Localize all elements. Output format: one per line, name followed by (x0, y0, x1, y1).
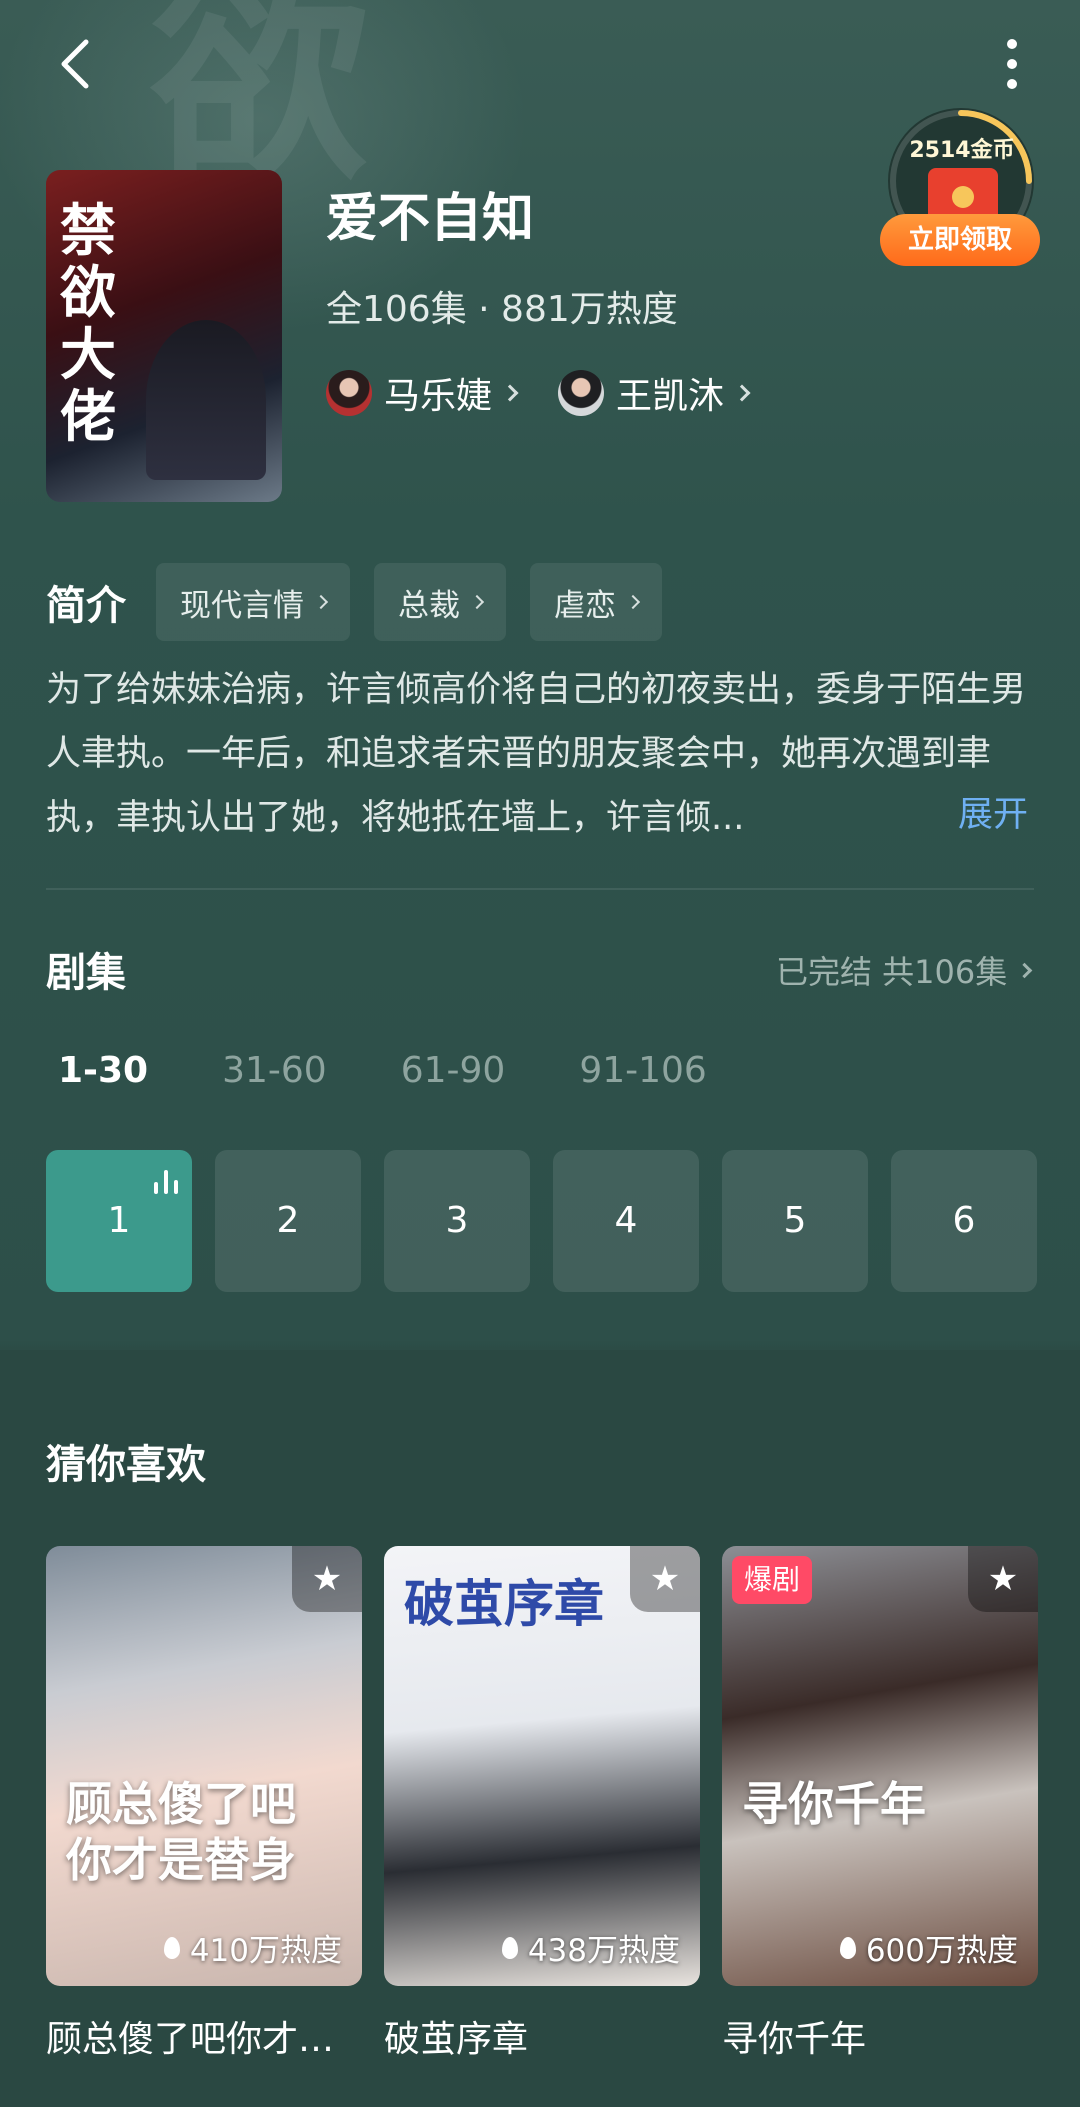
drama-meta: 全106集 · 881万热度 (326, 289, 678, 330)
episode-number: 5 (783, 1200, 807, 1241)
recommend-card[interactable]: 顾总傻了吧你才是替身 ★ 410万热度 顾总傻了吧你才是替身 (46, 1546, 362, 2062)
cover-title-art: 寻你千年 (742, 1777, 926, 1831)
actor-name: 马乐婕 (384, 376, 493, 417)
poster-title-art: 禁欲 大佬 (60, 198, 116, 450)
tab-range-61-90[interactable]: 61-90 (401, 1050, 506, 1091)
card-cover: 顾总傻了吧 你才是替身 ★ 410万热度 (46, 1546, 362, 1986)
chevron-right-icon (501, 384, 519, 402)
star-icon[interactable]: ★ (292, 1546, 362, 1612)
actor-item[interactable]: 马乐婕 (326, 367, 519, 419)
card-cover: 破茧序章 ★ 438万热度 (384, 1546, 700, 1986)
tag-label: 总裁 (398, 587, 460, 624)
more-button[interactable] (990, 34, 1034, 94)
intro-header: 简介 现代言情 总裁 虐恋 (46, 562, 686, 642)
episode-button[interactable]: 1 (46, 1150, 192, 1292)
episode-range-tabs: 1-30 31-60 61-90 91-106 (58, 1050, 781, 1091)
actor-item[interactable]: 王凯沐 (558, 367, 751, 419)
chevron-right-icon (625, 594, 641, 610)
poster-figure (146, 320, 266, 480)
heat-value: 438万热度 (527, 1933, 680, 1969)
heat-value: 410万热度 (189, 1933, 342, 1969)
recommend-label: 猜你喜欢 (46, 1442, 206, 1488)
tag-ceo[interactable]: 总裁 (374, 563, 506, 641)
tag-label: 虐恋 (554, 587, 616, 624)
intro-label: 简介 (46, 583, 126, 629)
coin-amount: 2514金币 (909, 138, 1015, 163)
synopsis-text: 为了给妹妹治病，许言倾高价将自己的初夜卖出，委身于陌生男人聿执。一年后，和追求者… (46, 670, 1027, 838)
episode-grid: 1 2 3 4 5 6 (46, 1150, 1060, 1292)
recommend-card[interactable]: 破茧序章 ★ 438万热度 破茧序章 (384, 1546, 700, 2062)
actor-name: 王凯沐 (616, 376, 725, 417)
cover-title-art: 破茧序章 (404, 1574, 604, 1633)
coin-reward-widget[interactable]: 2514金币 立即领取 (880, 108, 1042, 268)
tag-angst[interactable]: 虐恋 (530, 563, 662, 641)
playing-bars-icon (152, 1168, 180, 1194)
tag-label: 现代言情 (180, 587, 304, 624)
chevron-left-icon (61, 39, 89, 89)
episode-number: 3 (445, 1200, 469, 1241)
avatar (326, 370, 372, 416)
chevron-right-icon (733, 384, 751, 402)
chevron-right-icon (313, 594, 329, 610)
card-heat: 438万热度 (501, 1925, 680, 1970)
flame-icon (163, 1936, 180, 1959)
card-title: 破茧序章 (384, 2019, 529, 2060)
back-button[interactable] (48, 34, 108, 94)
recommend-list: 顾总傻了吧你才是替身 ★ 410万热度 顾总傻了吧你才是替身 破茧序章 ★ 43… (46, 1546, 1060, 2062)
tab-range-1-30[interactable]: 1-30 (58, 1050, 148, 1091)
hot-badge: 爆剧 (732, 1556, 813, 1604)
episode-button[interactable]: 5 (722, 1150, 868, 1292)
episodes-status-link[interactable]: 已完结 共106集 (776, 947, 1033, 993)
chevron-right-icon (469, 594, 485, 610)
episode-button[interactable]: 4 (553, 1150, 699, 1292)
tag-modern-romance[interactable]: 现代言情 (156, 563, 350, 641)
card-title: 寻你千年 (722, 2019, 867, 2060)
avatar (558, 370, 605, 416)
episode-number: 4 (614, 1200, 638, 1241)
star-icon[interactable]: ★ (630, 1546, 700, 1612)
expand-button[interactable]: 展开 (958, 786, 1028, 837)
star-icon[interactable]: ★ (968, 1546, 1038, 1612)
episode-number: 6 (952, 1200, 976, 1241)
chevron-right-icon (1016, 962, 1033, 978)
tab-range-91-106[interactable]: 91-106 (579, 1050, 707, 1091)
episodes-status: 已完结 共106集 (776, 953, 1008, 991)
drama-title: 爱不自知 (326, 189, 535, 249)
card-cover: 爆剧 寻你千年 ★ 600万热度 (722, 1546, 1038, 1986)
drama-detail-page: 欲 2514金币 立即领取 禁欲 大佬 爱不自知 全106集 · 881万热度 … (0, 0, 1080, 2107)
flame-icon (839, 1936, 856, 1959)
divider (46, 888, 1034, 890)
card-heat: 600万热度 (839, 1925, 1018, 1970)
recommend-card[interactable]: 爆剧 寻你千年 ★ 600万热度 寻你千年 (722, 1546, 1038, 2062)
episode-button[interactable]: 2 (215, 1150, 361, 1292)
card-heat: 410万热度 (163, 1925, 342, 1970)
tab-range-31-60[interactable]: 31-60 (222, 1050, 327, 1091)
episode-number: 2 (276, 1200, 300, 1241)
episode-number: 1 (107, 1200, 131, 1241)
episode-button[interactable]: 6 (891, 1150, 1037, 1292)
claim-button[interactable]: 立即领取 (880, 214, 1040, 266)
card-title: 顾总傻了吧你才是替身 (46, 2019, 362, 2060)
episode-button[interactable]: 3 (384, 1150, 530, 1292)
vertical-dots-icon (1007, 39, 1017, 89)
episodes-label: 剧集 (46, 950, 126, 996)
cover-title-art: 顾总傻了吧 你才是替身 (66, 1777, 296, 1887)
heat-value: 600万热度 (865, 1933, 1018, 1969)
flame-icon (501, 1936, 518, 1959)
actor-list: 马乐婕 王凯沐 (326, 366, 790, 420)
drama-poster[interactable]: 禁欲 大佬 (46, 170, 282, 502)
